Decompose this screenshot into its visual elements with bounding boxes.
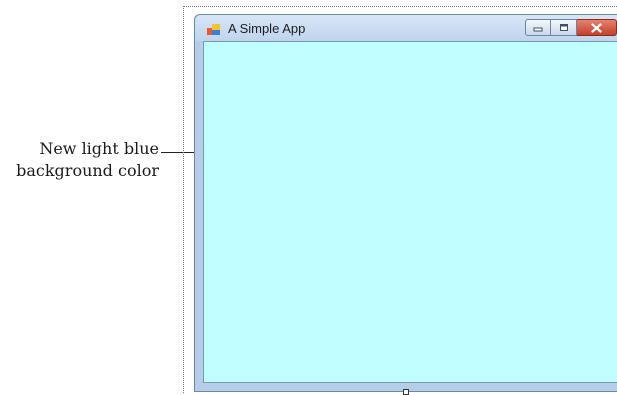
minimize-button[interactable]	[525, 19, 551, 36]
window-titlebar[interactable]: A Simple App	[195, 15, 617, 41]
close-icon	[591, 22, 602, 33]
close-button[interactable]	[577, 19, 617, 36]
window-title: A Simple App	[228, 21, 306, 36]
minimize-icon	[533, 27, 543, 31]
app-form-icon	[207, 24, 220, 35]
callout-line2: background color	[16, 161, 159, 180]
callout-label: New light blue background color	[16, 138, 159, 182]
resize-handle[interactable]	[403, 389, 409, 395]
window-controls	[525, 19, 617, 38]
callout-line1: New light blue	[39, 139, 159, 158]
maximize-icon	[559, 24, 568, 31]
form-client-area[interactable]	[203, 41, 617, 383]
maximize-button[interactable]	[551, 19, 577, 36]
app-window[interactable]: A Simple App	[194, 14, 617, 392]
